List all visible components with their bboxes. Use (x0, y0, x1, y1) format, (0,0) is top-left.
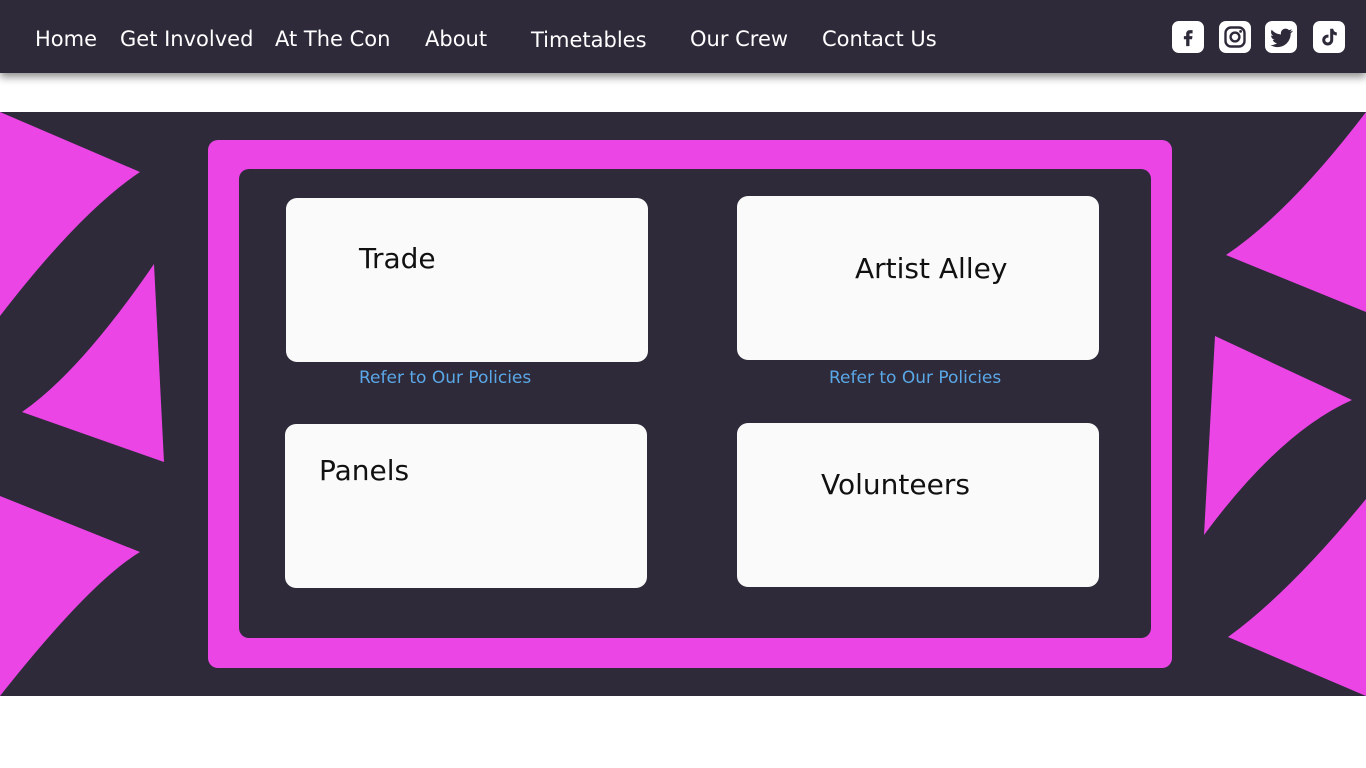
card-title-volunteers: Volunteers (821, 468, 970, 501)
top-navbar: Home Get Involved At The Con About Timet… (0, 0, 1366, 73)
card-title-trade: Trade (359, 242, 436, 275)
pink-frame: Trade Refer to Our Policies Artist Alley… (208, 140, 1172, 668)
nav-about[interactable]: About (425, 25, 487, 53)
card-trade[interactable]: Trade (286, 198, 648, 362)
card-panels[interactable]: Panels (285, 424, 647, 588)
card-title-panels: Panels (319, 454, 410, 487)
trade-policies-link[interactable]: Refer to Our Policies (359, 367, 531, 389)
artist-alley-policies-link[interactable]: Refer to Our Policies (829, 367, 1001, 389)
card-volunteers[interactable]: Volunteers (737, 423, 1099, 587)
twitter-button[interactable] (1265, 21, 1297, 53)
twitter-icon (1269, 28, 1293, 47)
tiktok-icon (1322, 28, 1337, 46)
feature-section: Trade Refer to Our Policies Artist Alley… (0, 112, 1366, 696)
facebook-button[interactable] (1172, 21, 1204, 53)
tiktok-button[interactable] (1313, 21, 1345, 53)
facebook-icon (1183, 30, 1193, 47)
nav-home[interactable]: Home (35, 25, 97, 53)
nav-contact-us[interactable]: Contact Us (822, 25, 937, 53)
nav-timetables[interactable]: Timetables (531, 26, 647, 54)
card-title-artist-alley: Artist Alley (855, 252, 1008, 285)
cards-panel: Trade Refer to Our Policies Artist Alley… (239, 169, 1151, 638)
instagram-icon (1224, 26, 1246, 48)
nav-get-involved[interactable]: Get Involved (120, 25, 253, 53)
instagram-button[interactable] (1219, 21, 1251, 53)
card-artist-alley[interactable]: Artist Alley (737, 196, 1099, 360)
nav-our-crew[interactable]: Our Crew (690, 25, 788, 53)
nav-at-the-con[interactable]: At The Con (275, 25, 390, 53)
